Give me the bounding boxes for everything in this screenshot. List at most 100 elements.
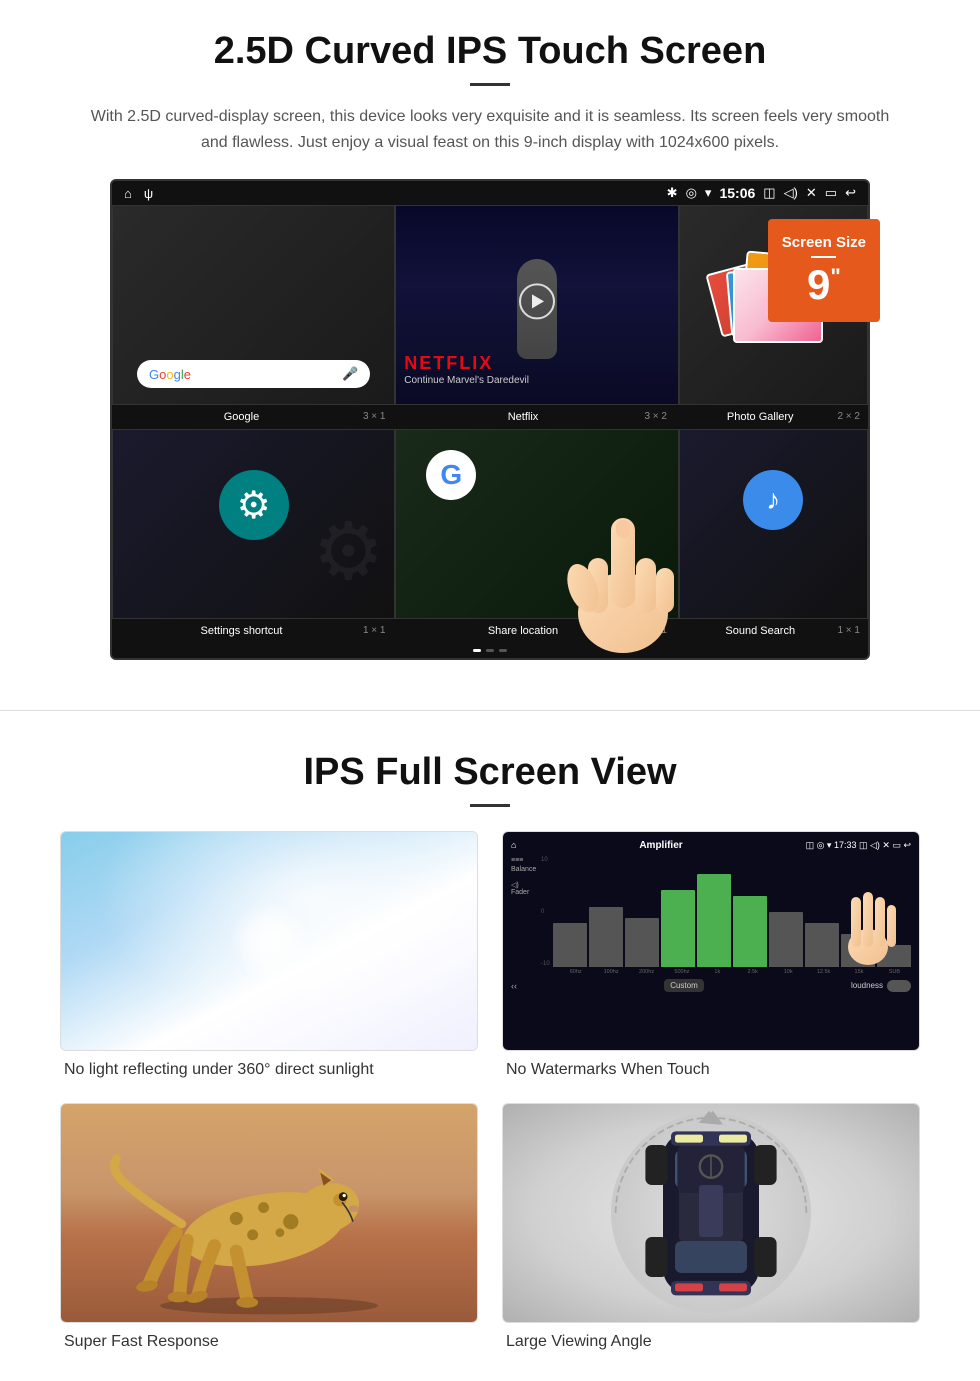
app-grid-top: Google 🎤: [112, 205, 868, 405]
eq-label-100hz: 100hz: [594, 969, 627, 975]
netflix-logo: NETFLIX: [404, 353, 493, 374]
bottom-labels-row: Settings shortcut 1 × 1 Share location 1…: [112, 619, 868, 643]
ips-img-no-light: [60, 831, 478, 1051]
eq-bar-8: [805, 923, 839, 967]
section-curved: 2.5D Curved IPS Touch Screen With 2.5D c…: [0, 0, 980, 680]
section2-title: IPS Full Screen View: [60, 751, 920, 794]
settings-gear-icon: ⚙: [237, 483, 271, 528]
google-g-icon: G: [426, 450, 476, 500]
ips-item-no-watermarks: ⌂ Amplifier ◫ ◎ ▾ 17:33 ◫ ◁) ✕ ▭ ↩ ≡≡≡ B…: [502, 831, 920, 1079]
cheetah-scene: [61, 1104, 477, 1322]
music-note-icon: ♪: [766, 484, 780, 516]
cheetah-svg: [61, 1104, 477, 1322]
sound-icon-wrapper: ♪: [743, 470, 803, 530]
dot-3: [499, 649, 507, 652]
app-grid-bottom: ⚙ ⚙ G: [112, 429, 868, 619]
dot-2: [486, 649, 494, 652]
amp-screen: ⌂ Amplifier ◫ ◎ ▾ 17:33 ◫ ◁) ✕ ▭ ↩ ≡≡≡ B…: [503, 832, 919, 1050]
amp-prev-icon: ‹‹: [511, 981, 517, 991]
eq-bars: [553, 857, 911, 967]
ips-img-large-angle: [502, 1103, 920, 1323]
eq-bar-1: [553, 923, 587, 967]
eq-label-2.5k: 2.5k: [736, 969, 769, 975]
amp-home-icon: ⌂: [511, 840, 516, 851]
eq-bars-container: 10 0 -10: [541, 857, 911, 967]
light-rays: [61, 832, 477, 1050]
netflix-label: Netflix 3 × 2: [394, 409, 676, 425]
ips-item-no-light: No light reflecting under 360° direct su…: [60, 831, 478, 1079]
share-location-cell[interactable]: G: [395, 429, 678, 619]
hand-icon: [558, 458, 688, 658]
eq-bar-2: [589, 907, 623, 968]
play-button[interactable]: [519, 284, 555, 320]
badge-size: 9": [782, 264, 866, 306]
google-cell[interactable]: Google 🎤: [112, 205, 395, 405]
gallery-size: 2 × 2: [837, 411, 860, 422]
eq-label-10k: 10k: [771, 969, 804, 975]
section1-description: With 2.5D curved-display screen, this de…: [80, 104, 900, 155]
eq-label-row: 60hz 100hz 200hz 500hz 1k 2.5k 10k 12.5k…: [541, 969, 911, 975]
loudness-toggle: loudness: [851, 980, 911, 992]
amp-title: Amplifier: [639, 840, 682, 851]
gallery-label: Photo Gallery 2 × 2: [675, 409, 868, 425]
usb-icon: ψ: [144, 186, 153, 201]
eq-y-axis: 10 0 -10: [541, 857, 552, 967]
netflix-subtitle: Continue Marvel's Daredevil: [404, 375, 529, 386]
eq-area: 10 0 -10: [541, 857, 911, 975]
badge-title: Screen Size: [782, 235, 866, 250]
eq-label-sub: SUB: [878, 969, 911, 975]
x-icon: ✕: [806, 185, 817, 201]
eq-label-12.5k: 12.5k: [807, 969, 840, 975]
ips-img-no-watermarks: ⌂ Amplifier ◫ ◎ ▾ 17:33 ◫ ◁) ✕ ▭ ↩ ≡≡≡ B…: [502, 831, 920, 1051]
camera-icon: ◫: [763, 185, 775, 201]
ips-img-super-fast: [60, 1103, 478, 1323]
netflix-size: 3 × 2: [644, 411, 667, 422]
eq-side-labels: ≡≡≡ Balance ◁) Fader 10 0 -10: [511, 857, 911, 975]
car-top-view-svg: [631, 1108, 791, 1318]
settings-size: 1 × 1: [363, 625, 386, 636]
sound-search-cell[interactable]: ♪: [679, 429, 869, 619]
eq-bar-5: [697, 874, 731, 968]
home-icon: ⌂: [124, 186, 132, 201]
dot-1: [473, 649, 481, 652]
title-underline: [470, 83, 510, 86]
custom-button[interactable]: Custom: [664, 979, 704, 992]
eq-label-15k: 15k: [842, 969, 875, 975]
status-left: ⌂ ψ: [124, 186, 153, 201]
badge-underline: [811, 256, 836, 258]
settings-bg-icon: ⚙: [313, 505, 385, 598]
toggle-pill[interactable]: [887, 980, 911, 992]
sky-scene: [61, 832, 477, 1050]
status-bar: ⌂ ψ ✱ ◎ ▾ 15:06 ◫ ◁) ✕ ▭ ↩: [112, 181, 868, 205]
caption-large-angle: Large Viewing Angle: [502, 1333, 920, 1351]
google-search-bar[interactable]: Google 🎤: [137, 360, 370, 388]
caption-no-light: No light reflecting under 360° direct su…: [60, 1061, 478, 1079]
settings-cell[interactable]: ⚙ ⚙: [112, 429, 395, 619]
android-screen: ⌂ ψ ✱ ◎ ▾ 15:06 ◫ ◁) ✕ ▭ ↩: [110, 179, 870, 660]
caption-no-watermarks: No Watermarks When Touch: [502, 1061, 920, 1079]
google-label: Google 3 × 1: [112, 409, 394, 425]
location-icon: ◎: [686, 185, 697, 201]
eq-bar-6: [733, 896, 767, 968]
eq-bar-4: [661, 890, 695, 967]
amp-right-icons: ◫ ◎ ▾ 17:33 ◫ ◁) ✕ ▭ ↩: [806, 840, 911, 851]
bluetooth-icon: ✱: [667, 185, 678, 201]
ips-grid: No light reflecting under 360° direct su…: [60, 831, 920, 1351]
caption-super-fast: Super Fast Response: [60, 1333, 478, 1351]
settings-label: Settings shortcut 1 × 1: [112, 623, 394, 639]
eq-label-500hz: 500hz: [665, 969, 698, 975]
status-right: ✱ ◎ ▾ 15:06 ◫ ◁) ✕ ▭ ↩: [667, 185, 856, 201]
car-scene: [503, 1104, 919, 1322]
section2-underline: [470, 804, 510, 807]
eq-bar-7: [769, 912, 803, 967]
eq-label-60hz: 60hz: [559, 969, 592, 975]
section-divider: [0, 710, 980, 711]
amp-hand-svg: [841, 877, 896, 967]
mic-icon: 🎤: [342, 366, 358, 382]
window-icon: ▭: [825, 185, 837, 201]
wifi-icon: ▾: [705, 185, 712, 201]
pagination-dots: [112, 643, 868, 658]
eq-label-200hz: 200hz: [630, 969, 663, 975]
netflix-cell[interactable]: NETFLIX Continue Marvel's Daredevil: [395, 205, 678, 405]
amp-status-bar: ⌂ Amplifier ◫ ◎ ▾ 17:33 ◫ ◁) ✕ ▭ ↩: [511, 840, 911, 851]
